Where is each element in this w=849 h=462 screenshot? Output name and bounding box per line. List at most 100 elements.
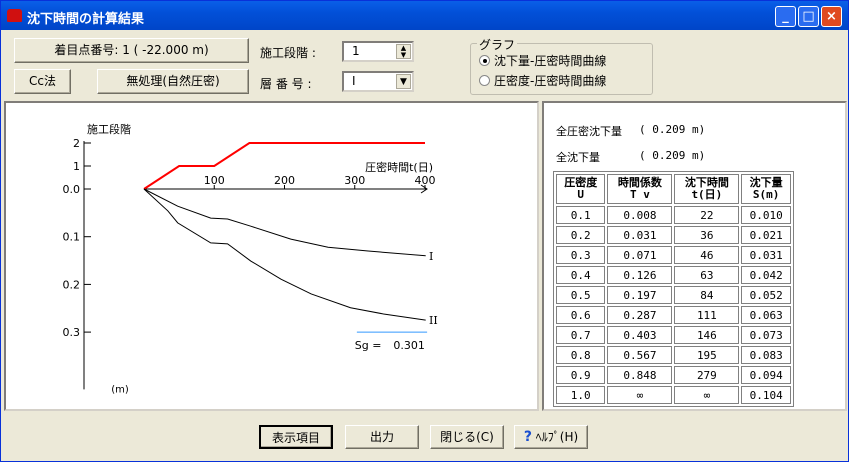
- table-cell: 0.031: [607, 226, 673, 244]
- stage-label: 施工段階 :: [260, 46, 316, 60]
- help-label: ﾍﾙﾌﾟ(H): [535, 430, 579, 444]
- chart-panel: 100 200 300 400 2 1 0.0 0.1 0.2 0.3 施工段階 (m) 圧密時間t(日…: [4, 101, 539, 411]
- output-button[interactable]: 出力: [345, 425, 419, 449]
- table-row: 0.5 0.197 84 0.052: [556, 286, 791, 304]
- column-header: 沈下量 S(m): [741, 174, 791, 204]
- curve-label: II: [429, 314, 438, 327]
- settlement-curve-I: [143, 188, 426, 257]
- table-row: 0.7 0.403 146 0.073: [556, 326, 791, 344]
- title-bar[interactable]: 沈下時間の計算結果 _ □ ×: [1, 1, 848, 30]
- table-cell: 0.5: [556, 286, 606, 304]
- total-consolidation-value: ( 0.209 m): [639, 123, 706, 136]
- table-cell: 0.9: [556, 366, 606, 384]
- table-cell: 63: [674, 266, 740, 284]
- spin-arrows-icon[interactable]: ▲ ▼: [396, 44, 411, 59]
- chevron-down-icon[interactable]: ▼: [396, 74, 411, 89]
- table-cell: ∞: [607, 386, 673, 404]
- help-icon: ?: [523, 429, 532, 445]
- table-cell: ∞: [674, 386, 740, 404]
- table-cell: 0.010: [741, 206, 791, 224]
- total-settlement-value: ( 0.209 m): [639, 149, 706, 162]
- table-cell: 0.7: [556, 326, 606, 344]
- stage-tick-label: 2: [73, 137, 80, 150]
- table-cell: 0.021: [741, 226, 791, 244]
- y-tick-label: 0.0: [63, 183, 81, 196]
- window-title: 沈下時間の計算結果: [27, 12, 145, 27]
- layer-value: I: [352, 74, 356, 88]
- y-tick-label: 0.2: [63, 278, 81, 291]
- layer-select[interactable]: I ▼: [342, 71, 414, 92]
- table-cell: 0.848: [607, 366, 673, 384]
- table-cell: 0.008: [607, 206, 673, 224]
- table-cell: 0.094: [741, 366, 791, 384]
- radio-label: 沈下量-圧密時間曲線: [494, 54, 607, 68]
- table-cell: 0.083: [741, 346, 791, 364]
- settlement-chart: 100 200 300 400 2 1 0.0 0.1 0.2 0.3 施工段階 (m) 圧密時間t(日…: [63, 122, 438, 395]
- table-row: 0.2 0.031 36 0.021: [556, 226, 791, 244]
- table-cell: 0.073: [741, 326, 791, 344]
- table-cell: 0.8: [556, 346, 606, 364]
- column-header: 時間係数 T v: [607, 174, 673, 204]
- treatment-button[interactable]: 無処理(自然圧密): [97, 69, 249, 94]
- unit-label: (m): [111, 384, 129, 395]
- help-button[interactable]: ? ﾍﾙﾌﾟ(H): [514, 425, 588, 449]
- x-tick-label: 200: [274, 174, 295, 187]
- table-cell: 0.403: [607, 326, 673, 344]
- stage-axis-label: 施工段階: [87, 122, 131, 136]
- total-consolidation-label: 全圧密沈下量: [556, 125, 622, 138]
- stage-value: 1: [352, 44, 360, 58]
- y-tick-label: 0.1: [63, 231, 81, 244]
- table-cell: 111: [674, 306, 740, 324]
- x-axis-label: 圧密時間t(日): [365, 160, 433, 174]
- column-header: 沈下時間 t(日): [674, 174, 740, 204]
- radio-consolidation-time[interactable]: 圧密度-圧密時間曲線: [479, 72, 606, 89]
- app-icon: [7, 9, 22, 22]
- settlement-curve-II: [143, 188, 426, 321]
- minimize-button[interactable]: _: [775, 6, 796, 27]
- results-table: 圧密度 U 時間係数 T v 沈下時間 t(日) 沈下量 S(m) 0.1 0.008 22 0.01…: [553, 171, 794, 407]
- table-cell: 46: [674, 246, 740, 264]
- stage-spinner[interactable]: 1 ▲ ▼: [342, 41, 414, 62]
- method-button[interactable]: Cc法: [14, 69, 71, 94]
- point-number-button[interactable]: 着目点番号: 1 ( -22.000 m): [14, 38, 249, 63]
- table-cell: 0.104: [741, 386, 791, 404]
- x-tick-label: 300: [344, 174, 365, 187]
- dialog-window: 沈下時間の計算結果 _ □ × 着目点番号: 1 ( -22.000 m) Cc…: [0, 0, 849, 462]
- maximize-button[interactable]: □: [798, 6, 819, 27]
- display-items-button[interactable]: 表示項目: [259, 425, 333, 449]
- graph-group: グラフ 沈下量-圧密時間曲線 圧密度-圧密時間曲線: [470, 36, 653, 95]
- radio-label: 圧密度-圧密時間曲線: [494, 74, 607, 88]
- table-cell: 0.3: [556, 246, 606, 264]
- table-cell: 0.126: [607, 266, 673, 284]
- table-cell: 0.063: [741, 306, 791, 324]
- table-cell: 279: [674, 366, 740, 384]
- radio-settlement-time[interactable]: 沈下量-圧密時間曲線: [479, 52, 606, 69]
- table-cell: 0.071: [607, 246, 673, 264]
- close-dialog-button[interactable]: 閉じる(C): [430, 425, 504, 449]
- table-cell: 0.567: [607, 346, 673, 364]
- table-cell: 0.031: [741, 246, 791, 264]
- table-cell: 0.1: [556, 206, 606, 224]
- sg-value: 0.301: [393, 339, 425, 352]
- column-header: 圧密度 U: [556, 174, 606, 204]
- x-tick-label: 400: [415, 174, 436, 187]
- table-row: 0.3 0.071 46 0.031: [556, 246, 791, 264]
- curve-label: I: [429, 250, 433, 263]
- table-cell: 1.0: [556, 386, 606, 404]
- y-tick-label: 0.3: [63, 326, 81, 339]
- table-row: 0.1 0.008 22 0.010: [556, 206, 791, 224]
- x-tick-label: 100: [204, 174, 225, 187]
- table-row: 0.6 0.287 111 0.063: [556, 306, 791, 324]
- close-button[interactable]: ×: [821, 6, 842, 27]
- table-cell: 0.2: [556, 226, 606, 244]
- table-cell: 36: [674, 226, 740, 244]
- table-cell: 0.287: [607, 306, 673, 324]
- table-cell: 146: [674, 326, 740, 344]
- table-row: 0.9 0.848 279 0.094: [556, 366, 791, 384]
- total-settlement-label: 全沈下量: [556, 151, 600, 164]
- table-cell: 0.197: [607, 286, 673, 304]
- table-cell: 0.052: [741, 286, 791, 304]
- graph-group-title: グラフ: [477, 36, 518, 53]
- stage-tick-label: 1: [73, 160, 80, 173]
- table-cell: 22: [674, 206, 740, 224]
